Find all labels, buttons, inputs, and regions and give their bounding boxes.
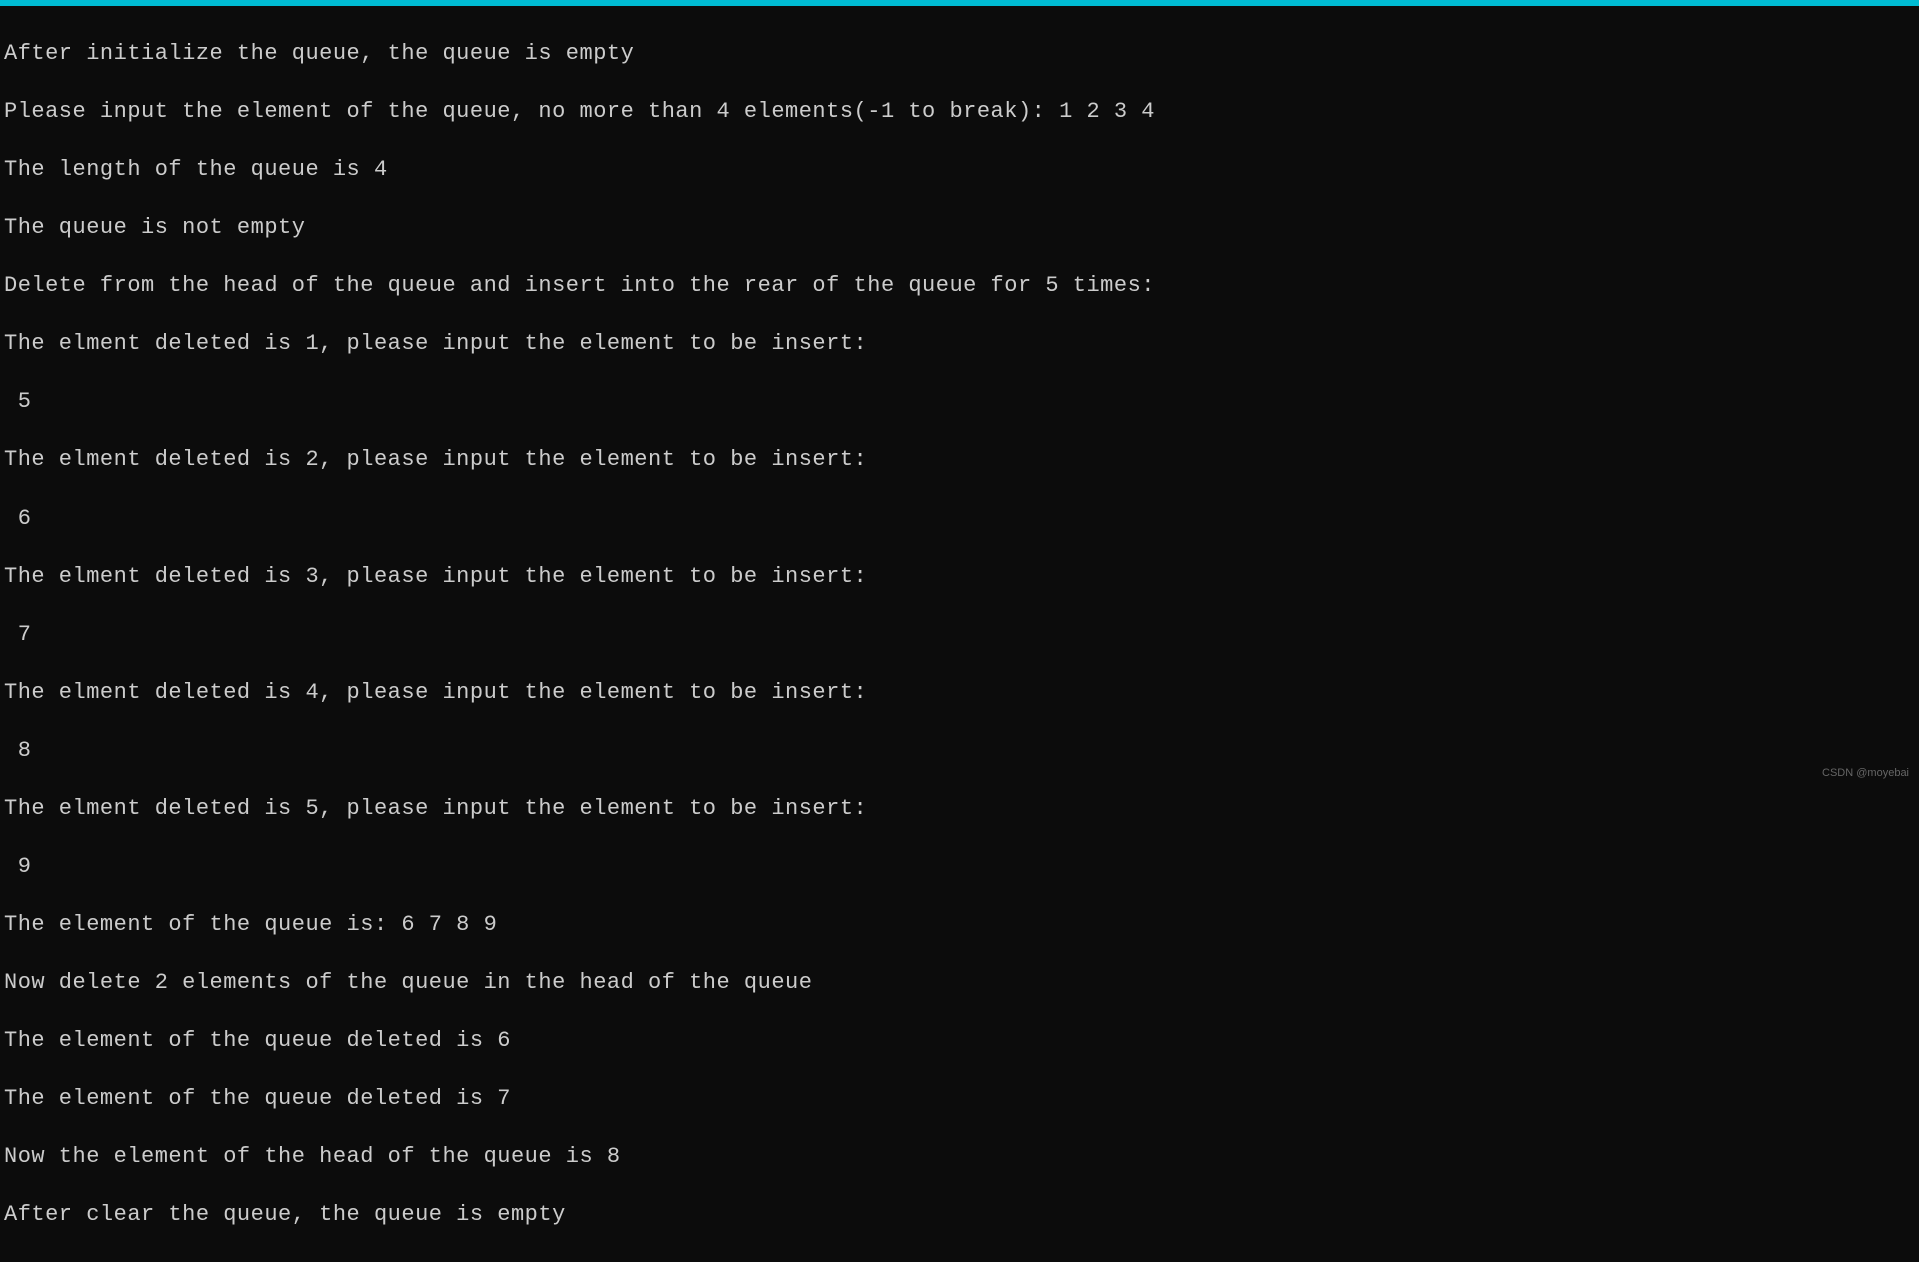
watermark-text: CSDN @moyebai [1822, 767, 1909, 779]
output-line: 5 [4, 387, 1915, 416]
output-line: The elment deleted is 3, please input th… [4, 562, 1915, 591]
output-line: The elment deleted is 1, please input th… [4, 329, 1915, 358]
output-line: 7 [4, 620, 1915, 649]
output-line: The element of the queue deleted is 6 [4, 1026, 1915, 1055]
output-line: The elment deleted is 2, please input th… [4, 445, 1915, 474]
output-line: Now the element of the head of the queue… [4, 1142, 1915, 1171]
output-line: Now delete 2 elements of the queue in th… [4, 968, 1915, 997]
output-line: Please input the element of the queue, n… [4, 97, 1915, 126]
output-line: Delete from the head of the queue and in… [4, 271, 1915, 300]
output-line: The length of the queue is 4 [4, 155, 1915, 184]
output-line: 8 [4, 736, 1915, 765]
output-line: The element of the queue is: 6 7 8 9 [4, 910, 1915, 939]
output-line: 6 [4, 504, 1915, 533]
output-line: The elment deleted is 4, please input th… [4, 678, 1915, 707]
output-line: The elment deleted is 5, please input th… [4, 794, 1915, 823]
output-line: After clear the queue, the queue is empt… [4, 1200, 1915, 1229]
output-line: 9 [4, 852, 1915, 881]
output-line: The queue is not empty [4, 213, 1915, 242]
output-line: After initialize the queue, the queue is… [4, 39, 1915, 68]
output-line: The element of the queue deleted is 7 [4, 1084, 1915, 1113]
terminal-output[interactable]: After initialize the queue, the queue is… [0, 6, 1919, 1262]
